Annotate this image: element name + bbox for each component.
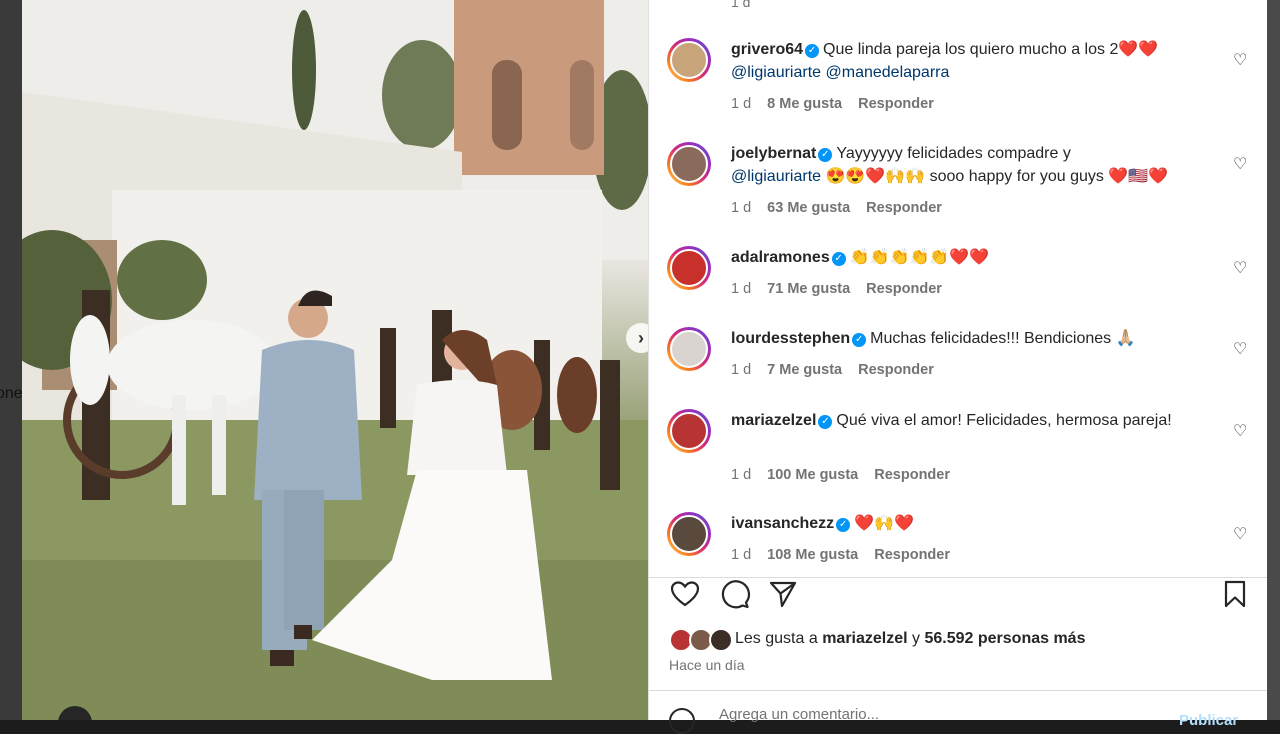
avatar[interactable] [667, 142, 711, 186]
likes-middle: y [912, 630, 921, 647]
post-time: Hace un día [669, 657, 745, 673]
verified-icon: ✓ [852, 333, 867, 347]
post-actions [649, 578, 1267, 618]
avatar[interactable] [667, 512, 711, 556]
comment-text: lourdesstephen ✓ Muchas felicidades!!! Ben… [731, 327, 1201, 350]
comment-like-heart-icon[interactable]: ♡ [1233, 524, 1247, 544]
backdrop-edge-text: one [0, 385, 23, 402]
comments-list[interactable]: 1 d grivero64 ✓ Que linda pareja los quier… [649, 0, 1267, 562]
comment-time: 1 d [731, 200, 752, 216]
next-photo-button[interactable]: › [626, 323, 648, 353]
comment-text: adalramones ✓ 👏👏👏👏👏❤️❤️ [731, 246, 1201, 269]
likes-prefix: Les gusta a [735, 630, 818, 647]
verified-icon: ✓ [818, 148, 833, 162]
comment-meta: 1 d 100 Me gusta Responder [731, 467, 966, 483]
post-side-panel: 1 d grivero64 ✓ Que linda pareja los quier… [648, 0, 1267, 734]
post-photo: › [22, 0, 648, 720]
likes-count[interactable]: 56.592 personas más [924, 630, 1085, 647]
comment-like-heart-icon[interactable]: ♡ [1233, 50, 1247, 70]
likes-user[interactable]: mariazelzel [822, 630, 907, 647]
bookmark-icon[interactable] [1219, 578, 1251, 610]
reply-button[interactable]: Responder [858, 96, 934, 112]
comment-likes[interactable]: 71 Me gusta [767, 281, 850, 297]
comment-likes[interactable]: 63 Me gusta [767, 200, 850, 216]
comment-username[interactable]: joelybernat [731, 145, 816, 162]
comment-time: 1 d [731, 547, 752, 562]
comment-icon[interactable] [719, 578, 751, 610]
comment-text: grivero64 ✓ Que linda pareja los quiero mu… [731, 38, 1201, 84]
comment-meta: 1 d 71 Me gusta Responder [731, 281, 958, 297]
backdrop-left: one [0, 0, 23, 720]
avatar[interactable] [667, 38, 711, 82]
comment-time: 1 d [731, 96, 752, 112]
comment-body: Muchas felicidades!!! Bendiciones 🙏🏼 [870, 330, 1136, 347]
post-comment-button[interactable]: Publicar [1179, 712, 1238, 729]
comment-meta: 1 d 108 Me gusta Responder [731, 547, 966, 562]
comment-mentions[interactable]: @ligiauriarte @manedelaparra [731, 64, 949, 81]
previous-comment-time: 1 d [731, 0, 751, 10]
avatar[interactable] [667, 327, 711, 371]
reply-button[interactable]: Responder [858, 362, 934, 378]
comment-like-heart-icon[interactable]: ♡ [1233, 421, 1247, 441]
comment-time: 1 d [731, 467, 752, 483]
verified-icon: ✓ [805, 44, 820, 58]
avatar[interactable] [667, 409, 711, 453]
likes-text: Les gusta a mariazelzel y 56.592 persona… [735, 630, 1085, 648]
comment-likes[interactable]: 8 Me gusta [767, 96, 842, 112]
comment-time: 1 d [731, 281, 752, 297]
emoji-icon[interactable] [669, 708, 695, 734]
comment-body: Que linda pareja los quiero mucho a los … [823, 41, 1159, 58]
liker-avatar [709, 628, 733, 652]
comment-body: 👏👏👏👏👏❤️❤️ [849, 249, 990, 266]
comment-meta: 1 d 63 Me gusta Responder [731, 200, 958, 216]
reply-button[interactable]: Responder [866, 200, 942, 216]
avatar[interactable] [667, 246, 711, 290]
verified-icon: ✓ [818, 415, 833, 429]
comment-username[interactable]: mariazelzel [731, 412, 816, 429]
comment-username[interactable]: grivero64 [731, 41, 803, 58]
comment-text: mariazelzel ✓ Qué viva el amor! Felicidade… [731, 409, 1191, 432]
comment-text: joelybernat ✓ Yayyyyyy felicidades compadr… [731, 142, 1201, 188]
add-comment-input[interactable]: Agrega un comentario... [719, 706, 879, 723]
send-icon[interactable] [767, 578, 799, 610]
divider [649, 690, 1267, 691]
comment-username[interactable]: lourdesstephen [731, 330, 850, 347]
reply-button[interactable]: Responder [874, 547, 950, 562]
heart-icon[interactable] [669, 578, 701, 610]
comment-like-heart-icon[interactable]: ♡ [1233, 154, 1247, 174]
comment-username[interactable]: ivansanchezz [731, 515, 834, 532]
comment-meta: 1 d 8 Me gusta Responder [731, 96, 950, 112]
comment-body-continued: 😍😍❤️🙌🙌 sooo happy for you guys ❤️🇺🇸❤️ [821, 168, 1169, 185]
comment-likes[interactable]: 108 Me gusta [767, 547, 858, 562]
comment-likes[interactable]: 7 Me gusta [767, 362, 842, 378]
reply-button[interactable]: Responder [874, 467, 950, 483]
verified-icon: ✓ [831, 252, 846, 266]
verified-icon: ✓ [836, 518, 851, 532]
comment-time: 1 d [731, 362, 752, 378]
comment-meta: 1 d 7 Me gusta Responder [731, 362, 950, 378]
comment-likes[interactable]: 100 Me gusta [767, 467, 858, 483]
wedding-photo-illustration [22, 0, 648, 720]
comment-like-heart-icon[interactable]: ♡ [1233, 339, 1247, 359]
likes-summary[interactable]: Les gusta a mariazelzel y 56.592 persona… [669, 628, 1249, 652]
comment-mentions[interactable]: @ligiauriarte [731, 168, 821, 185]
comment-body: Qué viva el amor! Felicidades, hermosa p… [836, 412, 1172, 429]
comment-username[interactable]: adalramones [731, 249, 830, 266]
comment-like-heart-icon[interactable]: ♡ [1233, 258, 1247, 278]
comment-text: ivansanchezz ✓ ❤️🙌❤️ [731, 512, 1201, 535]
backdrop-right [1266, 0, 1280, 720]
comment-body: Yayyyyyy felicidades compadre y [836, 145, 1071, 162]
reply-button[interactable]: Responder [866, 281, 942, 297]
comment-body: ❤️🙌❤️ [854, 515, 914, 532]
